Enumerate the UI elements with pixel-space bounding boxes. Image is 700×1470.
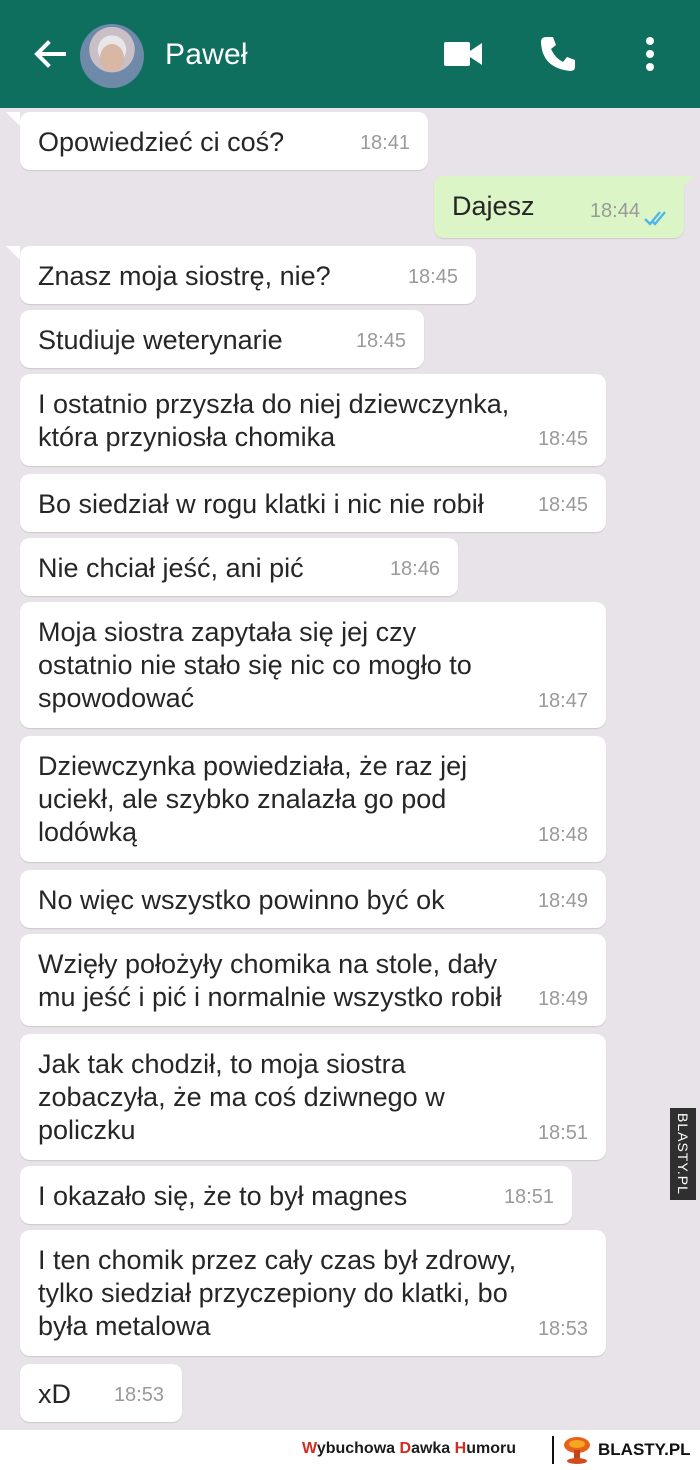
- message-text: Jak tak chodził, to moja siostra zobaczy…: [38, 1049, 445, 1145]
- message-time: 18:51: [537, 1122, 588, 1144]
- message-text: Znasz moja siostrę, nie?: [38, 261, 331, 291]
- brand-tagline: Wybuchowa Dawka Humoru: [302, 1440, 516, 1457]
- read-ticks-icon: [644, 211, 666, 226]
- video-camera-icon[interactable]: [444, 40, 484, 68]
- message-bubble[interactable]: Studiuje weterynarie 18:45: [20, 310, 424, 368]
- message-bubble[interactable]: I ostatnio przyszła do niej dziewczynka,…: [20, 374, 606, 466]
- message-bubble[interactable]: Opowiedzieć ci coś? 18:41: [20, 112, 428, 170]
- message-text: I ostatnio przyszła do niej dziewczynka,…: [38, 389, 510, 452]
- message-time: 18:53: [113, 1384, 164, 1406]
- message-time: 18:41: [359, 132, 410, 154]
- message-time: 18:45: [537, 428, 588, 450]
- message-time: 18:45: [537, 494, 588, 516]
- bubble-tail: [6, 246, 20, 260]
- message-bubble[interactable]: Jak tak chodził, to moja siostra zobaczy…: [20, 1034, 606, 1160]
- message-text: Nie chciał jeść, ani pić: [38, 553, 304, 583]
- logo-text: BLASTY.PL: [598, 1440, 691, 1459]
- message-bubble[interactable]: Nie chciał jeść, ani pić 18:46: [20, 538, 458, 596]
- divider: [552, 1436, 554, 1464]
- message-text: Dziewczynka powiedziała, że raz jej ucie…: [38, 751, 468, 847]
- message-bubble[interactable]: Dziewczynka powiedziała, że raz jej ucie…: [20, 736, 606, 862]
- message-bubble[interactable]: Znasz moja siostrę, nie? 18:45: [20, 246, 476, 304]
- message-text: Bo siedział w rogu klatki i nic nie robi…: [38, 489, 484, 519]
- contact-avatar[interactable]: [80, 24, 144, 88]
- message-time: 18:51: [503, 1186, 554, 1208]
- message-text: No więc wszystko powinno być ok: [38, 885, 445, 915]
- message-time: 18:45: [355, 330, 406, 352]
- message-text: Moja siostra zapytała się jej czy ostatn…: [38, 617, 472, 713]
- message-time: 18:44: [589, 200, 640, 222]
- bubble-tail: [6, 112, 20, 126]
- message-bubble[interactable]: xD 18:53: [20, 1364, 182, 1422]
- watermark-side: BLASTY.PL: [670, 1108, 696, 1200]
- message-bubble[interactable]: Bo siedział w rogu klatki i nic nie robi…: [20, 474, 606, 532]
- message-bubble-outgoing[interactable]: Dajesz 18:44: [434, 176, 684, 238]
- message-bubble[interactable]: Wzięły położyły chomika na stole, dały m…: [20, 934, 606, 1026]
- message-time: 18:48: [537, 824, 588, 846]
- message-time: 18:47: [537, 690, 588, 712]
- message-text: Wzięły położyły chomika na stole, dały m…: [38, 949, 502, 1012]
- message-bubble[interactable]: I okazało się, że to był magnes 18:51: [20, 1166, 572, 1224]
- message-time: 18:45: [407, 266, 458, 288]
- contact-name[interactable]: Paweł: [165, 38, 248, 72]
- phone-icon[interactable]: [538, 34, 578, 74]
- chat-header: Paweł: [0, 0, 700, 108]
- message-text: Opowiedzieć ci coś?: [38, 127, 285, 157]
- message-text: I ten chomik przez cały czas był zdrowy,…: [38, 1245, 517, 1341]
- watermark-footer: Wybuchowa Dawka Humoru BLASTY.PL: [0, 1430, 700, 1470]
- message-time: 18:53: [537, 1318, 588, 1340]
- message-time: 18:46: [389, 558, 440, 580]
- message-time: 18:49: [537, 988, 588, 1010]
- arrow-left-icon[interactable]: [30, 34, 70, 74]
- message-bubble[interactable]: Moja siostra zapytała się jej czy ostatn…: [20, 602, 606, 728]
- explosion-logo-icon: [564, 1437, 590, 1464]
- more-vertical-icon[interactable]: [644, 36, 656, 72]
- chat-screen: Paweł Opowiedzieć ci coś? 18:41 Dajesz 1…: [0, 0, 700, 1430]
- message-time: 18:49: [537, 890, 588, 912]
- message-text: I okazało się, że to był magnes: [38, 1181, 408, 1211]
- message-bubble[interactable]: No więc wszystko powinno być ok 18:49: [20, 870, 606, 928]
- message-text: xD: [38, 1379, 71, 1409]
- message-bubble[interactable]: I ten chomik przez cały czas był zdrowy,…: [20, 1230, 606, 1356]
- message-text: Studiuje weterynarie: [38, 325, 283, 355]
